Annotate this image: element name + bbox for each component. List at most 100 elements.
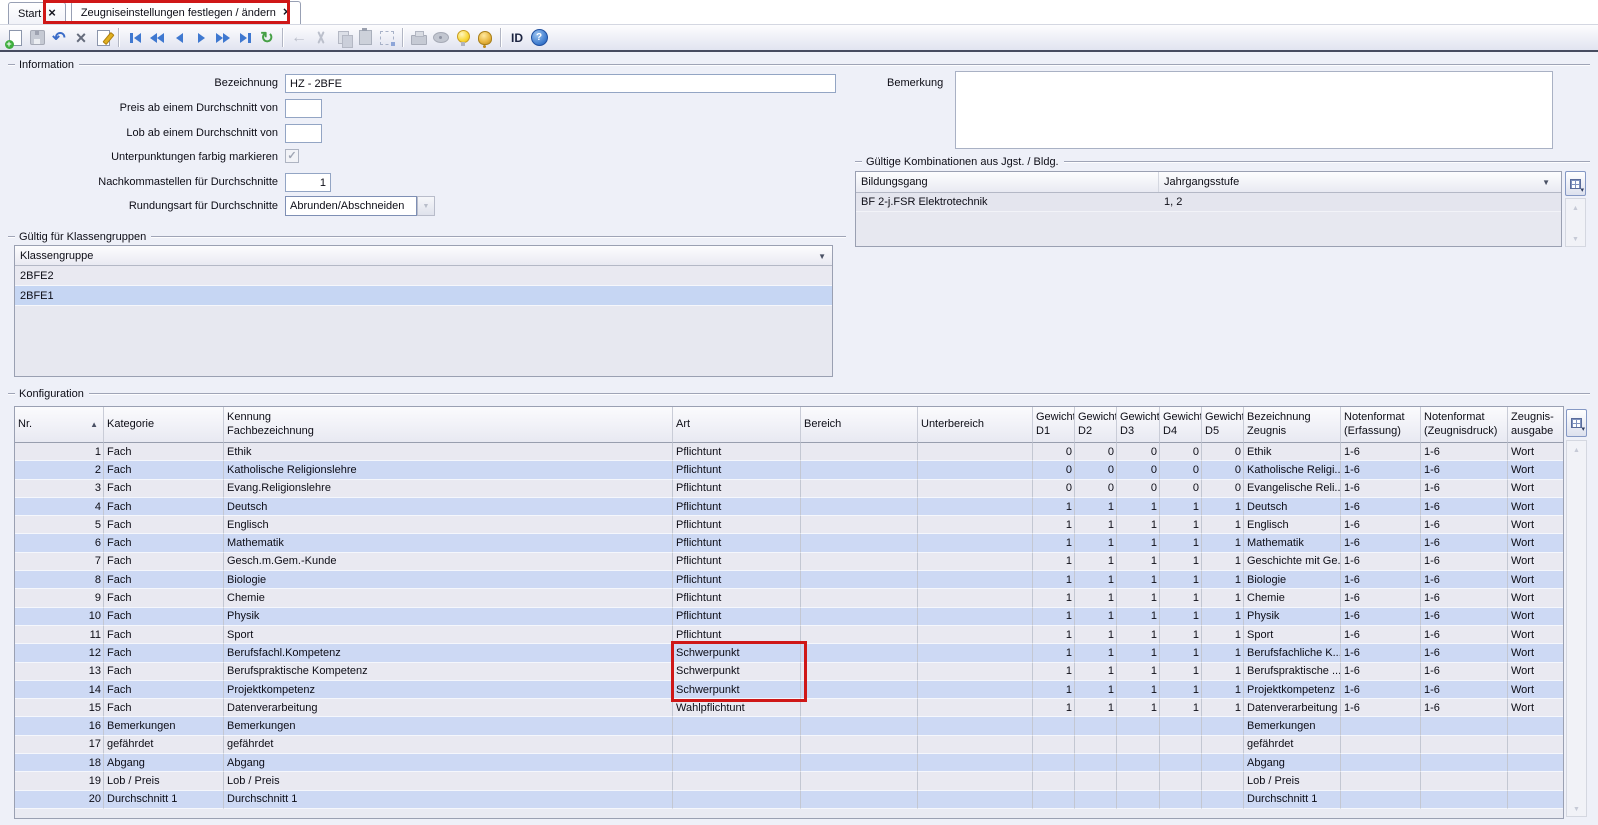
lob-input[interactable] — [285, 124, 322, 143]
column-header[interactable]: Bezeichnung Zeugnis — [1244, 407, 1341, 443]
table-row[interactable]: 7 Fach Gesch.m.Gem.-Kunde Pflichtunt 1 1… — [15, 553, 1563, 571]
kombinationen-scrollbar[interactable] — [1565, 198, 1586, 247]
scroll-up-icon[interactable] — [1573, 443, 1580, 455]
column-header[interactable]: Gewicht D1 — [1033, 407, 1075, 443]
column-header[interactable]: Unterbereich — [918, 407, 1033, 443]
table-row[interactable]: 2 Fach Katholische Religionslehre Pflich… — [15, 461, 1563, 479]
table-row[interactable]: 5 Fach Englisch Pflichtunt 1 1 1 1 1 Eng… — [15, 516, 1563, 534]
cell-gewicht-d3 — [1117, 736, 1160, 754]
help-button[interactable] — [528, 27, 550, 49]
table-row[interactable]: 18 Abgang Abgang Abgang — [15, 754, 1563, 772]
column-header-bildungsgang[interactable]: Bildungsgang — [856, 172, 1159, 192]
column-header[interactable]: Gewicht D3 — [1117, 407, 1160, 443]
cell-gewicht-d1: 0 — [1033, 461, 1075, 479]
cell-notenformat-zeugnisdruck: 1-6 — [1421, 571, 1508, 589]
cell-gewicht-d2: 1 — [1075, 663, 1117, 681]
column-header-label: Kennung Fachbezeichnung — [227, 411, 669, 439]
table-row[interactable]: 3 Fach Evang.Religionslehre Pflichtunt 0… — [15, 480, 1563, 498]
scroll-down-icon[interactable] — [1572, 232, 1579, 244]
table-row[interactable]: 20 Durchschnitt 1 Durchschnitt 1 Durchsc… — [15, 791, 1563, 809]
undo-button[interactable] — [48, 27, 70, 49]
filter-dropdown-icon[interactable] — [1542, 176, 1550, 188]
id-button[interactable]: ID — [506, 31, 528, 45]
cell-zeugnisausgabe — [1508, 754, 1563, 772]
table-row[interactable]: 13 Fach Berufspraktische Kompetenz Schwe… — [15, 663, 1563, 681]
cell-unterbereich — [918, 699, 1033, 717]
cell-unterbereich — [918, 516, 1033, 534]
edit-button[interactable] — [92, 27, 114, 49]
table-row[interactable]: 9 Fach Chemie Pflichtunt 1 1 1 1 1 Chemi… — [15, 589, 1563, 607]
column-header[interactable]: Zeugnis- ausgabe — [1508, 407, 1563, 443]
notification-button[interactable] — [474, 27, 496, 49]
table-row[interactable]: 17 gefährdet gefährdet gefährdet — [15, 736, 1563, 754]
column-header[interactable]: Gewicht D4 — [1160, 407, 1202, 443]
nav-fast-back-button[interactable] — [146, 27, 168, 49]
table-row[interactable]: 12 Fach Berufsfachl.Kompetenz Schwerpunk… — [15, 644, 1563, 662]
tab-start[interactable]: Start — [8, 2, 66, 24]
column-header-label: Bereich — [804, 418, 914, 432]
hint-button[interactable] — [452, 27, 474, 49]
cell-bezeichnung-zeugnis: Bemerkungen — [1244, 717, 1341, 735]
column-header[interactable]: Kennung Fachbezeichnung — [224, 407, 673, 443]
bemerkung-label: Bemerkung — [887, 77, 943, 89]
list-item[interactable]: 2BFE1 — [15, 286, 832, 306]
cell-gewicht-d1: 1 — [1033, 516, 1075, 534]
list-item[interactable]: BF 2-j.FSR Elektrotechnik 1, 2 — [856, 193, 1561, 212]
konfiguration-scrollbar[interactable] — [1566, 440, 1587, 817]
cell-notenformat-zeugnisdruck — [1421, 772, 1508, 790]
column-chooser-button[interactable] — [1565, 171, 1586, 196]
cell-zeugnisausgabe: Wort — [1508, 553, 1563, 571]
klassengruppen-header-row[interactable]: Klassengruppe — [15, 246, 832, 266]
nav-first-button[interactable] — [124, 27, 146, 49]
cell-gewicht-d4: 1 — [1160, 681, 1202, 699]
delete-button[interactable] — [70, 27, 92, 49]
table-row[interactable]: 14 Fach Projektkompetenz Schwerpunkt 1 1… — [15, 681, 1563, 699]
close-tab-icon[interactable] — [48, 8, 56, 20]
bemerkung-textarea[interactable] — [955, 71, 1553, 149]
main-toolbar: ID — [0, 25, 1598, 52]
close-tab-icon[interactable] — [283, 7, 291, 19]
cell-nr: 16 — [15, 717, 104, 735]
refresh-button[interactable] — [256, 27, 278, 49]
table-row[interactable]: 4 Fach Deutsch Pflichtunt 1 1 1 1 1 Deut… — [15, 498, 1563, 516]
table-row[interactable]: 11 Fach Sport Pflichtunt 1 1 1 1 1 Sport… — [15, 626, 1563, 644]
preis-input[interactable] — [285, 99, 322, 118]
table-row[interactable]: 16 Bemerkungen Bemerkungen Bemerkungen — [15, 717, 1563, 735]
column-header-label: Unterbereich — [921, 418, 1029, 432]
column-header[interactable]: Nr. ▲ — [15, 407, 104, 443]
scroll-down-icon[interactable] — [1573, 802, 1580, 814]
column-header-jahrgangsstufe[interactable]: Jahrgangsstufe — [1159, 172, 1561, 192]
new-record-button[interactable] — [4, 27, 26, 49]
column-chooser-button[interactable] — [1566, 409, 1587, 437]
cell-unterbereich — [918, 553, 1033, 571]
scroll-up-icon[interactable] — [1572, 201, 1579, 213]
cell-bereich — [801, 608, 918, 626]
list-item[interactable]: 2BFE2 — [15, 266, 832, 286]
table-row[interactable]: 1 Fach Ethik Pflichtunt 0 0 0 0 0 Ethik … — [15, 443, 1563, 461]
column-header[interactable]: Bereich — [801, 407, 918, 443]
cell-notenformat-zeugnisdruck: 1-6 — [1421, 443, 1508, 461]
table-row[interactable]: 10 Fach Physik Pflichtunt 1 1 1 1 1 Phys… — [15, 608, 1563, 626]
table-row[interactable]: 19 Lob / Preis Lob / Preis Lob / Preis — [15, 772, 1563, 790]
cell-gewicht-d5 — [1202, 736, 1244, 754]
column-header[interactable]: Art — [673, 407, 801, 443]
nachkommastellen-input[interactable] — [285, 173, 331, 192]
cell-unterbereich — [918, 498, 1033, 516]
table-row[interactable]: 15 Fach Datenverarbeitung Wahlpflichtunt… — [15, 699, 1563, 717]
rundungsart-select[interactable]: Abrunden/Abschneiden — [285, 196, 417, 216]
column-header[interactable]: Notenformat (Erfassung) — [1341, 407, 1421, 443]
table-row[interactable]: 8 Fach Biologie Pflichtunt 1 1 1 1 1 Bio… — [15, 571, 1563, 589]
nav-forward-button[interactable] — [190, 27, 212, 49]
column-header[interactable]: Gewicht D5 — [1202, 407, 1244, 443]
nav-fast-forward-button[interactable] — [212, 27, 234, 49]
cell-bezeichnung-zeugnis: Geschichte mit Ge... — [1244, 553, 1341, 571]
column-header[interactable]: Notenformat (Zeugnisdruck) — [1421, 407, 1508, 443]
column-header[interactable]: Gewicht D2 — [1075, 407, 1117, 443]
nav-back-button[interactable] — [168, 27, 190, 49]
filter-dropdown-icon[interactable] — [818, 250, 826, 262]
column-header[interactable]: Kategorie — [104, 407, 224, 443]
bezeichnung-input[interactable] — [285, 74, 836, 93]
tab-zeugniseinstellungen[interactable]: Zeugniseinstellungen festlegen / ändern — [71, 1, 301, 24]
table-row[interactable]: 6 Fach Mathematik Pflichtunt 1 1 1 1 1 M… — [15, 534, 1563, 552]
nav-last-button[interactable] — [234, 27, 256, 49]
